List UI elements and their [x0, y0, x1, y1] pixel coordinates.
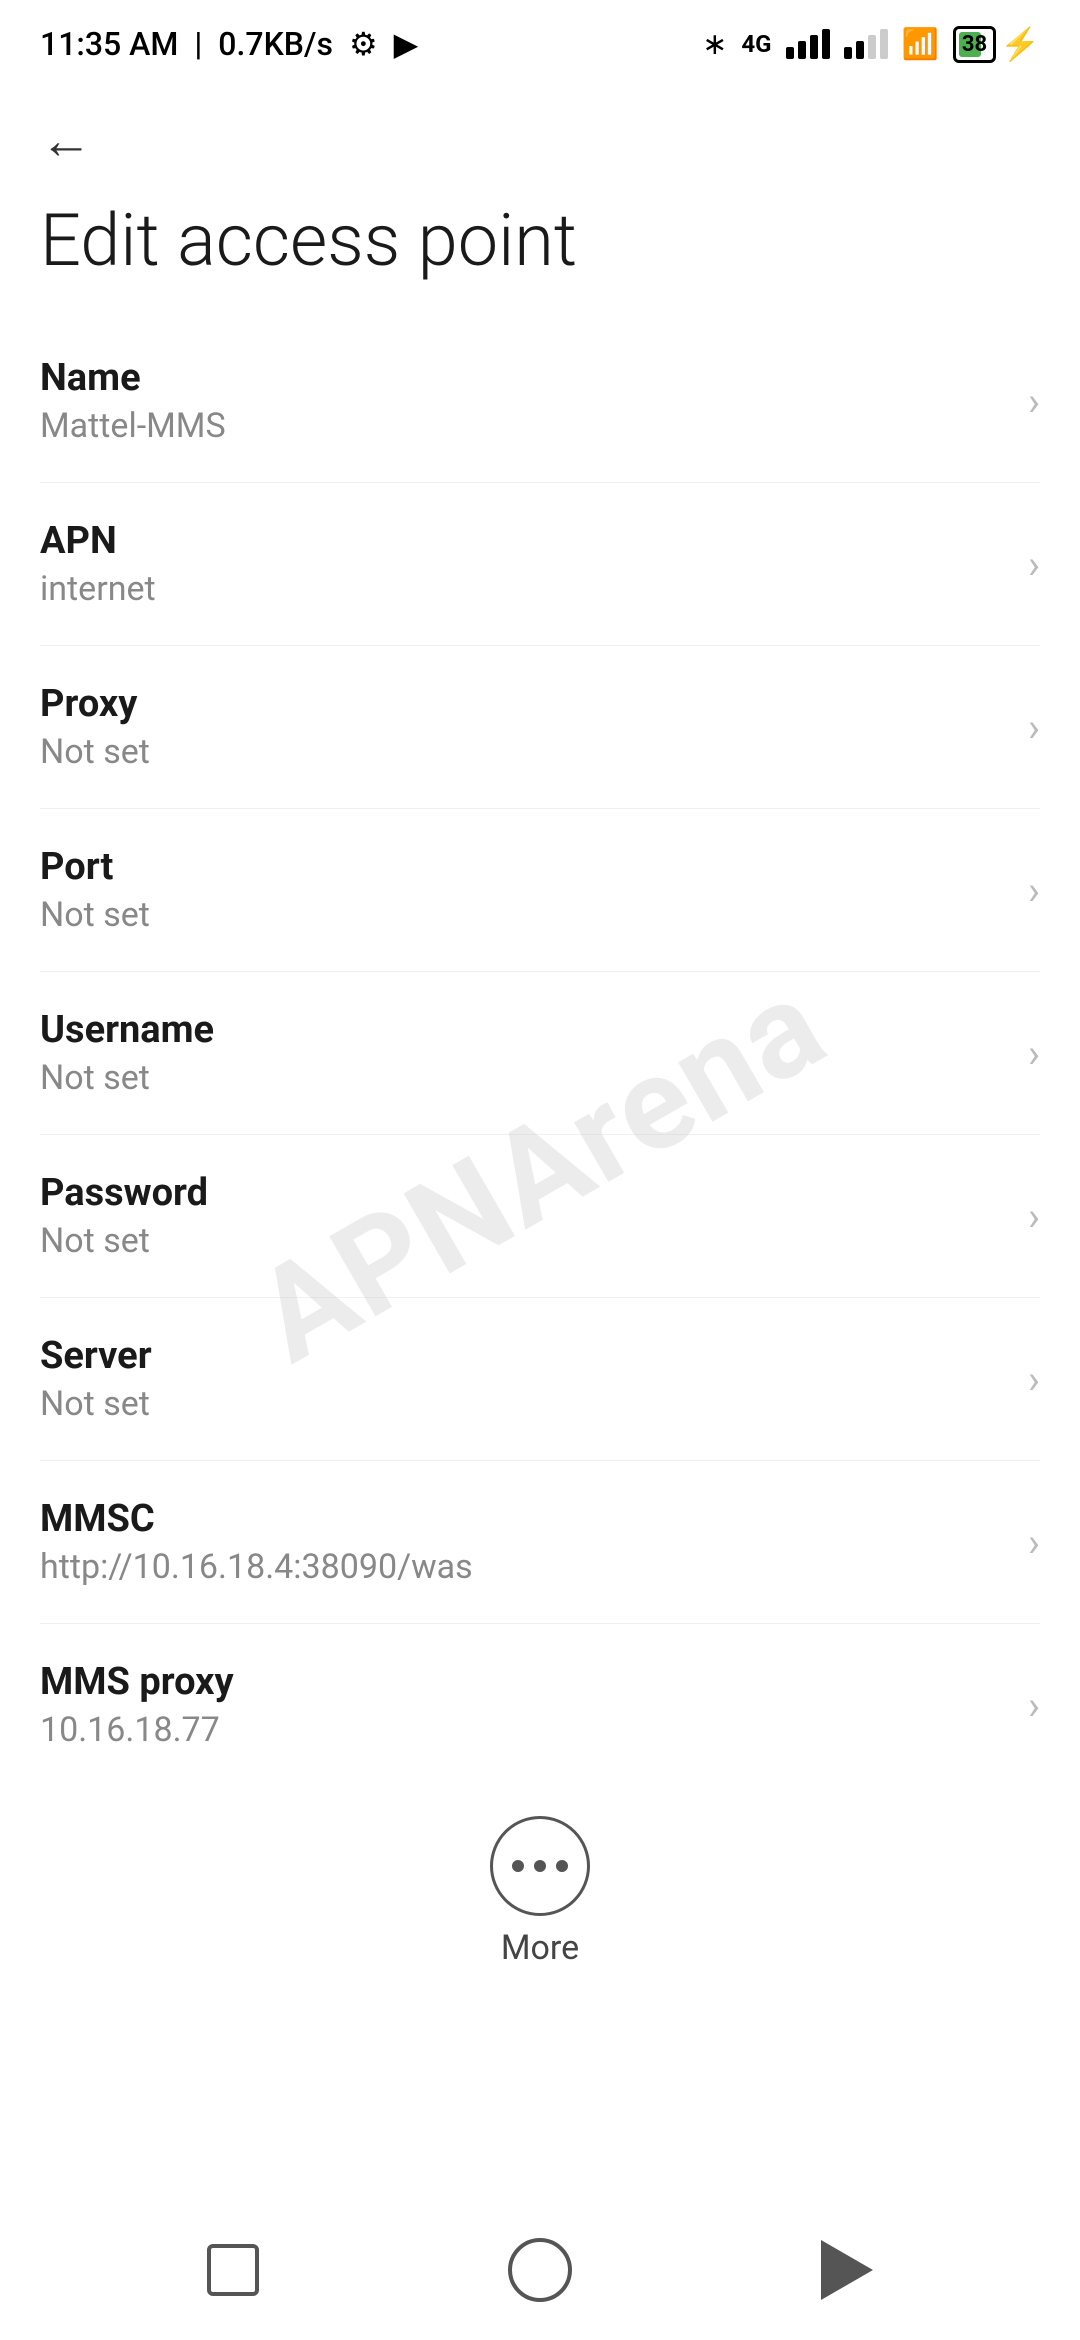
settings-icon: ⚙ [349, 25, 378, 63]
chevron-icon-port: › [1028, 867, 1040, 914]
speed-display: | [194, 25, 202, 63]
more-dots-icon [512, 1860, 568, 1872]
settings-list: Name Mattel-MMS › APN internet › Proxy N… [0, 320, 1080, 1786]
chevron-icon-username: › [1028, 1030, 1040, 1077]
battery-indicator: 38 [953, 26, 996, 63]
bluetooth-icon: ∗ [702, 27, 727, 62]
settings-value-server: Not set [40, 1384, 1008, 1424]
settings-value-name: Mattel-MMS [40, 406, 1008, 446]
status-right: ∗ 4G 📶 38 ⚡ [702, 25, 1040, 63]
settings-label-apn: APN [40, 519, 1008, 563]
time-display: 11:35 AM [40, 25, 178, 63]
settings-value-mmsc: http://10.16.18.4:38090/was [40, 1547, 1008, 1587]
settings-item-content-username: Username Not set [40, 1008, 1008, 1098]
settings-label-proxy: Proxy [40, 682, 1008, 726]
nav-recent-apps-button[interactable] [193, 2230, 273, 2310]
settings-item-apn[interactable]: APN internet › [40, 483, 1040, 646]
chevron-icon-proxy: › [1028, 704, 1040, 751]
chevron-icon-apn: › [1028, 541, 1040, 588]
nav-circle-icon [508, 2238, 572, 2302]
signal-bars-2 [844, 29, 888, 59]
settings-item-content-port: Port Not set [40, 845, 1008, 935]
more-section: More [0, 1786, 1080, 1988]
settings-value-apn: internet [40, 569, 1008, 609]
nav-square-icon [207, 2244, 259, 2296]
charging-icon: ⚡ [1000, 25, 1040, 63]
page-title: Edit access point [0, 181, 1080, 320]
settings-item-content-mmsc: MMSC http://10.16.18.4:38090/was [40, 1497, 1008, 1587]
settings-label-mms-proxy: MMS proxy [40, 1660, 1008, 1704]
settings-item-password[interactable]: Password Not set › [40, 1135, 1040, 1298]
nav-back-button[interactable] [807, 2230, 887, 2310]
settings-label-port: Port [40, 845, 1008, 889]
settings-item-mms-proxy[interactable]: MMS proxy 10.16.18.77 › [40, 1624, 1040, 1786]
nav-triangle-icon [821, 2240, 873, 2300]
settings-item-content-mms-proxy: MMS proxy 10.16.18.77 [40, 1660, 1008, 1750]
more-label: More [501, 1928, 579, 1968]
more-button[interactable] [490, 1816, 590, 1916]
settings-item-name[interactable]: Name Mattel-MMS › [40, 320, 1040, 483]
status-bar: 11:35 AM | 0.7KB/s ⚙ ▶ ∗ 4G 📶 38 ⚡ [0, 0, 1080, 80]
chevron-icon-mms-proxy: › [1028, 1682, 1040, 1729]
settings-value-port: Not set [40, 895, 1008, 935]
chevron-icon-password: › [1028, 1193, 1040, 1240]
settings-item-content-password: Password Not set [40, 1171, 1008, 1261]
settings-item-content-apn: APN internet [40, 519, 1008, 609]
back-button[interactable]: ← [0, 80, 1080, 181]
settings-item-content-server: Server Not set [40, 1334, 1008, 1424]
settings-label-name: Name [40, 356, 1008, 400]
settings-value-mms-proxy: 10.16.18.77 [40, 1710, 1008, 1750]
settings-item-proxy[interactable]: Proxy Not set › [40, 646, 1040, 809]
nav-bar [0, 2200, 1080, 2340]
settings-item-port[interactable]: Port Not set › [40, 809, 1040, 972]
network-4g-icon: 4G [741, 30, 771, 58]
settings-item-content-proxy: Proxy Not set [40, 682, 1008, 772]
chevron-icon-server: › [1028, 1356, 1040, 1403]
chevron-icon-mmsc: › [1028, 1519, 1040, 1566]
settings-label-mmsc: MMSC [40, 1497, 1008, 1541]
battery-container: 38 ⚡ [953, 25, 1040, 63]
settings-value-password: Not set [40, 1221, 1008, 1261]
nav-home-button[interactable] [500, 2230, 580, 2310]
settings-item-username[interactable]: Username Not set › [40, 972, 1040, 1135]
wifi-icon: 📶 [902, 27, 939, 62]
settings-label-password: Password [40, 1171, 1008, 1215]
status-left: 11:35 AM | 0.7KB/s ⚙ ▶ [40, 25, 418, 63]
data-speed: 0.7KB/s [218, 25, 333, 63]
signal-bars-1 [786, 29, 830, 59]
settings-value-username: Not set [40, 1058, 1008, 1098]
settings-label-server: Server [40, 1334, 1008, 1378]
settings-item-content-name: Name Mattel-MMS [40, 356, 1008, 446]
settings-label-username: Username [40, 1008, 1008, 1052]
settings-value-proxy: Not set [40, 732, 1008, 772]
settings-item-server[interactable]: Server Not set › [40, 1298, 1040, 1461]
chevron-icon-name: › [1028, 378, 1040, 425]
settings-item-mmsc[interactable]: MMSC http://10.16.18.4:38090/was › [40, 1461, 1040, 1624]
video-icon: ▶ [394, 25, 419, 63]
back-arrow-icon[interactable]: ← [40, 110, 92, 171]
